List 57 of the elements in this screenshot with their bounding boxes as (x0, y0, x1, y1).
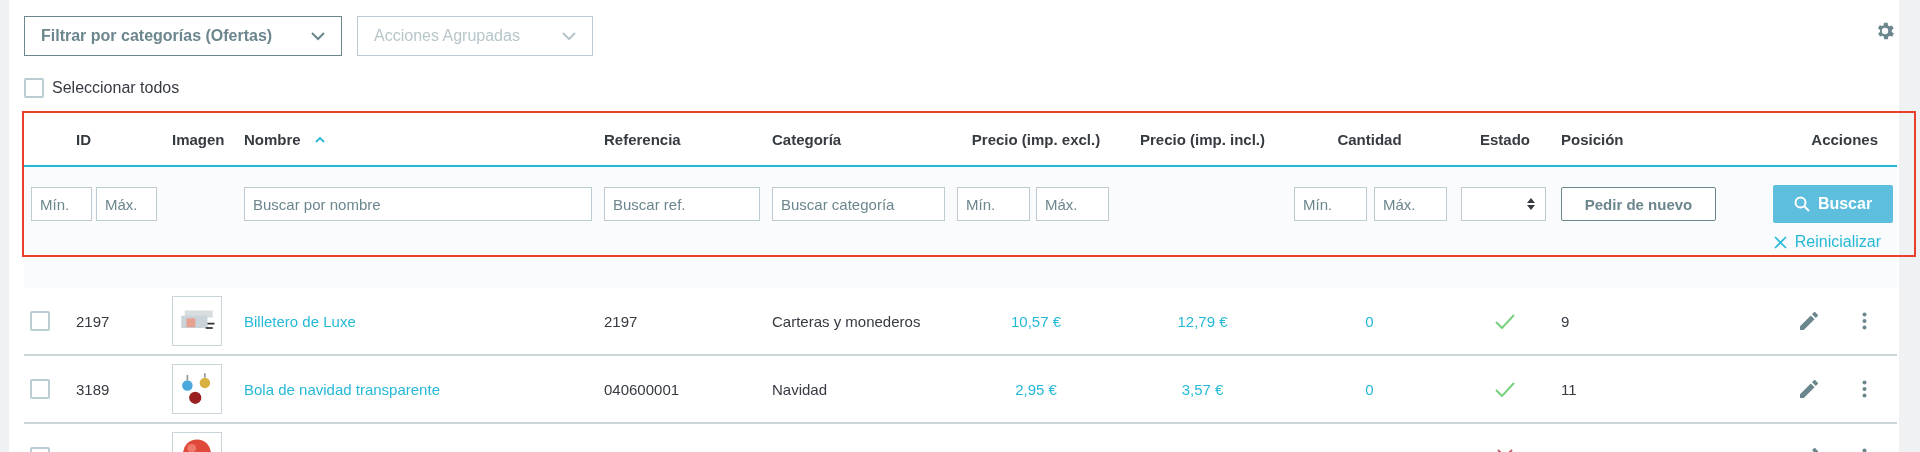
id-cell: 2197 (76, 312, 110, 330)
quantity-link[interactable]: 0 (1365, 380, 1374, 398)
close-icon (1773, 235, 1787, 249)
reorder-button[interactable]: Pedir de nuevo (1561, 187, 1716, 221)
id-cell: 3189 (76, 380, 110, 398)
more-options-icon[interactable] (1862, 380, 1867, 398)
name-search-field[interactable]: Buscar por nombre (244, 187, 592, 221)
category-filter-dropdown[interactable]: Filtrar por categorías (Ofertas) (24, 16, 342, 56)
row-checkbox[interactable] (30, 379, 50, 399)
check-icon[interactable] (1495, 381, 1515, 397)
column-header: Cantidad (1337, 130, 1402, 148)
quantity-link[interactable]: 0 (1365, 312, 1374, 330)
column-header: Referencia (604, 130, 681, 148)
select-all-checkbox[interactable] (24, 78, 44, 98)
column-header: ID (76, 130, 91, 148)
column-header: Imagen (172, 130, 225, 148)
pencil-icon[interactable] (1800, 380, 1818, 398)
column-header: Estado (1480, 130, 1530, 148)
category-cell: Carteras y monederos (772, 312, 921, 330)
reference-cell: 040600001 (604, 380, 680, 398)
search-icon (1793, 196, 1810, 212)
column-header[interactable]: Nombre (244, 130, 325, 148)
quantity-min-field[interactable]: Mín. (1294, 187, 1367, 221)
reference-search-field[interactable]: Buscar ref. (604, 187, 760, 221)
product-name-link[interactable]: Bola de navidad transparente (244, 380, 440, 398)
reset-link[interactable]: Reinicializar (1773, 233, 1881, 251)
column-header: Acciones (1811, 130, 1878, 148)
category-cell: Navidad (772, 380, 828, 398)
column-header: Posición (1561, 130, 1624, 148)
position-cell: 11 (1561, 380, 1577, 398)
sort-ascending-icon (314, 135, 325, 143)
column-header: Precio (imp. incl.) (1140, 130, 1265, 148)
category-search-field[interactable]: Buscar categoría (772, 187, 945, 221)
price-excl-link[interactable]: 2,95 € (1015, 380, 1057, 398)
reference-cell: 2197 (604, 312, 638, 330)
column-header: Precio (imp. excl.) (971, 130, 1101, 148)
status-select[interactable] (1461, 187, 1546, 221)
price-incl-link[interactable]: 12,79 € (1177, 312, 1228, 330)
price-min-field[interactable]: Mín. (957, 187, 1030, 221)
price-max-field[interactable]: Máx. (1036, 187, 1109, 221)
select-arrows-icon (1527, 198, 1535, 210)
id-max-field[interactable]: Máx. (96, 187, 157, 221)
select-all-label: Seleccionar todos (52, 79, 180, 97)
more-options-icon[interactable] (1862, 312, 1867, 330)
product-name-link[interactable]: Billetero de Luxe (244, 312, 356, 330)
id-min-field[interactable]: Mín. (31, 187, 92, 221)
chevron-icon (562, 31, 576, 41)
row-checkbox[interactable] (30, 311, 50, 331)
check-icon[interactable] (1495, 313, 1515, 329)
search-button[interactable]: Buscar (1773, 185, 1893, 223)
column-header: Categoría (772, 130, 842, 148)
price-excl-link[interactable]: 10,57 € (1010, 312, 1061, 330)
pencil-icon[interactable] (1800, 312, 1818, 330)
position-cell: 9 (1561, 312, 1570, 330)
chevron-icon (311, 31, 325, 41)
price-incl-link[interactable]: 3,57 € (1181, 380, 1224, 398)
quantity-max-field[interactable]: Máx. (1374, 187, 1447, 221)
